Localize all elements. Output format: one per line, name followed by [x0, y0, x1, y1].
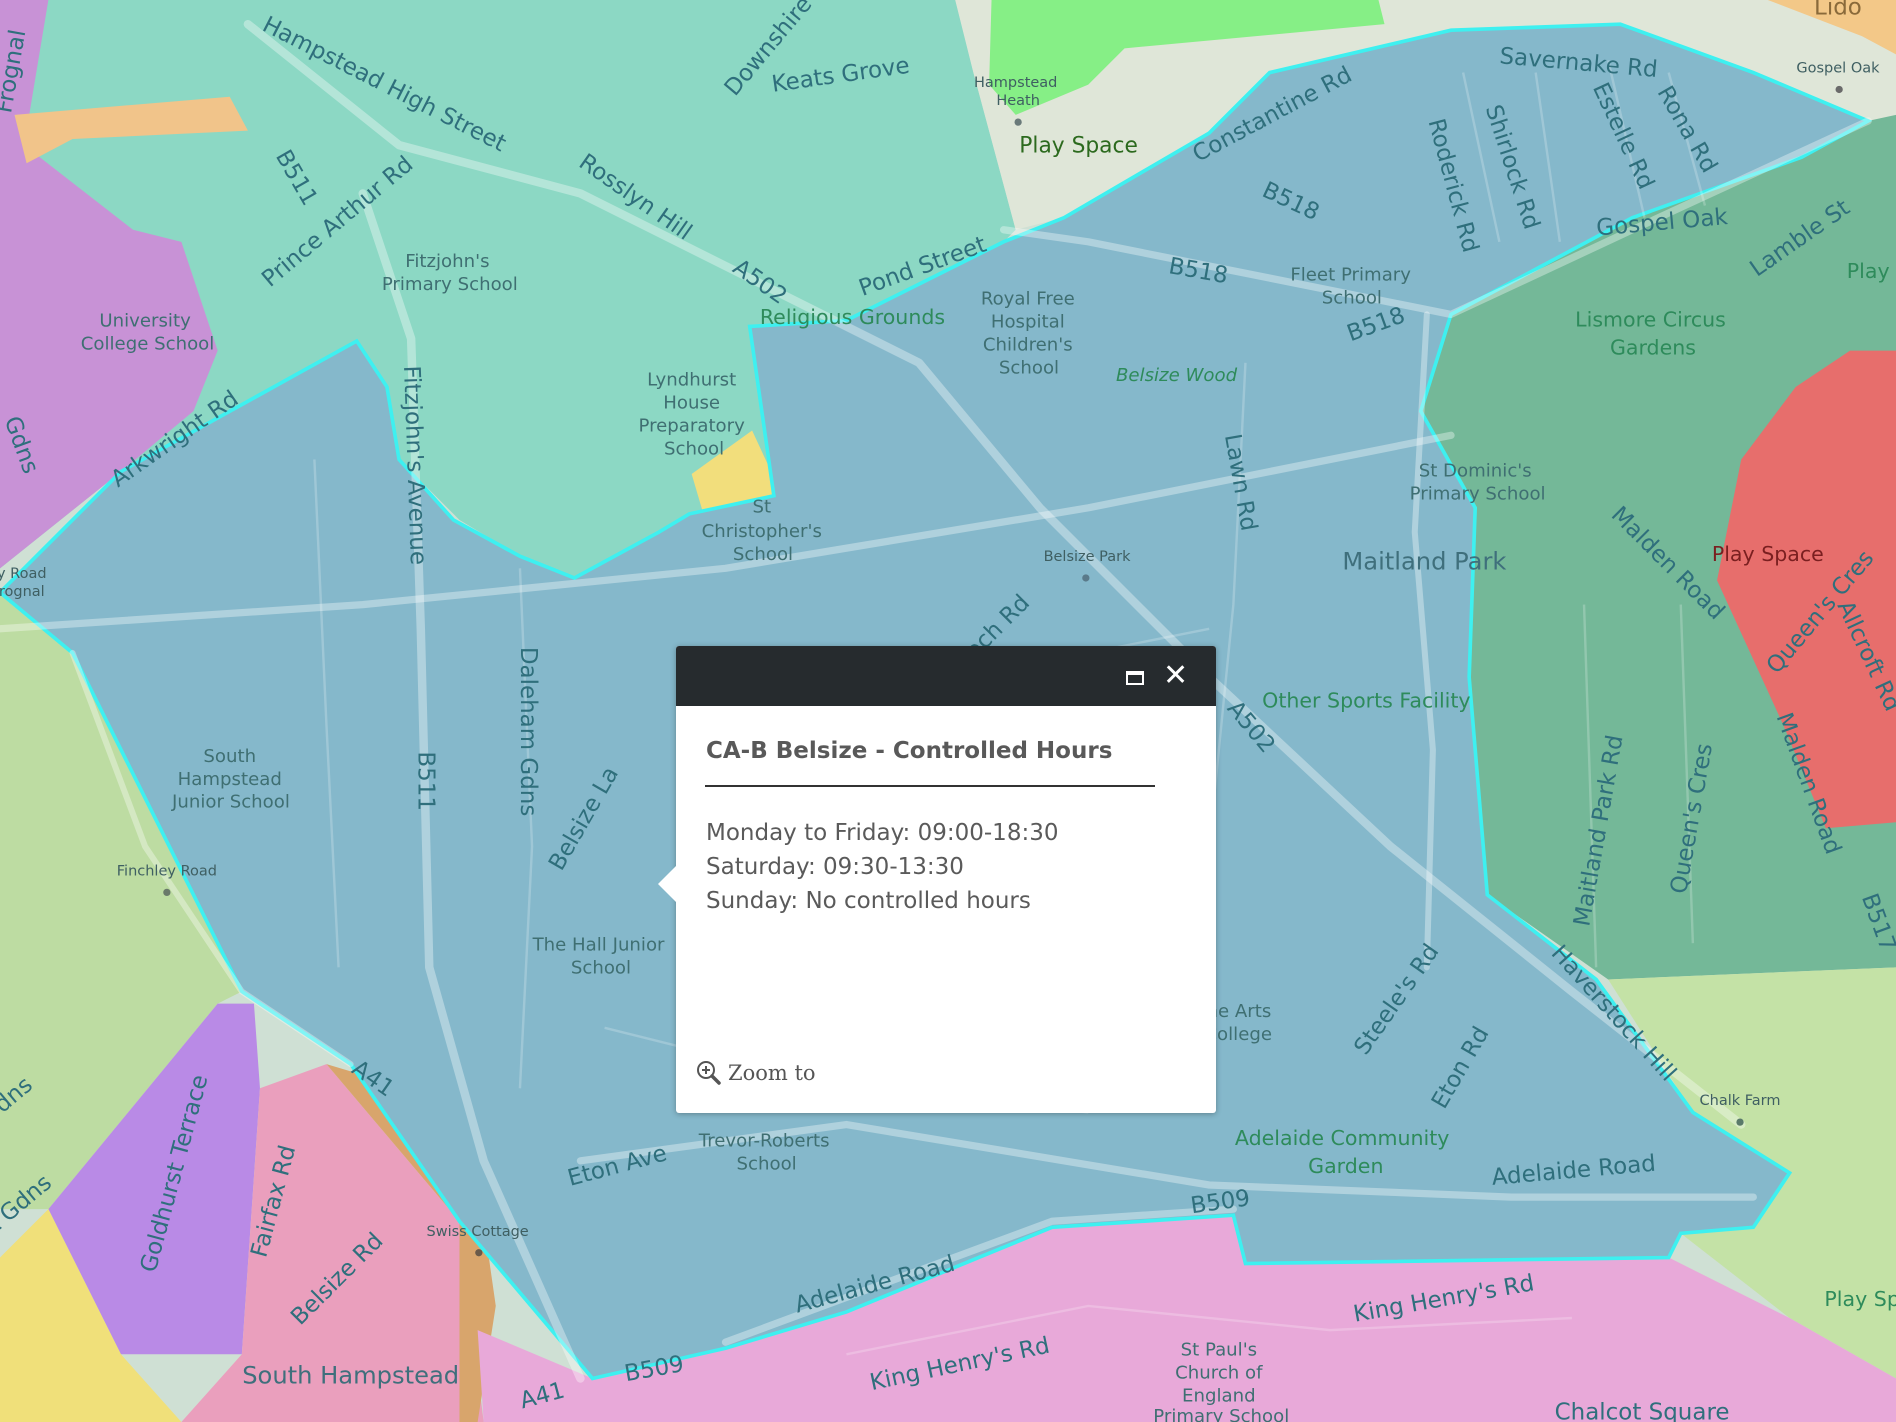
map-label: University — [99, 310, 191, 331]
place-marker — [475, 1249, 483, 1257]
place-marker — [163, 888, 171, 897]
zoom-in-icon — [697, 1061, 721, 1085]
map-label: South — [203, 746, 256, 767]
map-label: The Hall Junior — [532, 934, 665, 955]
map-label: School — [1322, 288, 1382, 309]
map-label: Daleham Gdns — [515, 647, 541, 816]
map-label: Trevor-Roberts — [698, 1130, 830, 1151]
place-marker — [1835, 85, 1843, 94]
map-label: Primary School — [1410, 483, 1546, 504]
map-label: Hampstead — [178, 769, 282, 790]
map-label: House — [663, 393, 720, 414]
map-label: Finchley Road — [117, 863, 217, 879]
map-label: y Road — [0, 566, 47, 582]
map-label: South Hampstead — [242, 1361, 459, 1389]
map-label: Christopher's — [702, 521, 822, 542]
map-label: Junior School — [171, 792, 290, 813]
map-label: School — [664, 439, 724, 460]
popup-divider — [705, 785, 1155, 787]
zoom-to-button[interactable]: Zoom to — [696, 1060, 816, 1086]
popup-pointer — [658, 866, 676, 902]
place-marker — [1736, 1118, 1744, 1126]
map-label: Play Sp — [1824, 1287, 1896, 1311]
map-label: Hospital — [991, 312, 1065, 333]
hours-sunday: Sunday: No controlled hours — [706, 888, 1031, 914]
map-label: Lyndhurst — [647, 370, 736, 391]
popup-header: ✕ — [676, 646, 1216, 706]
map-label: Children's — [983, 335, 1073, 356]
place-marker — [1014, 118, 1022, 126]
map-label: School — [571, 957, 631, 978]
map-label: School — [737, 1153, 797, 1174]
map-label: Play — [1847, 259, 1890, 283]
map-label: England — [1182, 1385, 1256, 1406]
map-label: Maitland Park — [1342, 548, 1506, 576]
map-label: Adelaide Community — [1235, 1126, 1450, 1150]
map-label: Play Space — [1712, 542, 1824, 566]
map-label: Chalcot Square — [1555, 1400, 1730, 1422]
map-label: Belsize Park — [1044, 549, 1132, 565]
hours-weekday: Monday to Friday: 09:00-18:30 — [706, 820, 1059, 846]
map-label: School — [999, 358, 1059, 379]
map-label: Fleet Primary — [1290, 265, 1411, 286]
map-label: Gospel Oak — [1796, 61, 1880, 77]
map-label: Church of — [1175, 1362, 1263, 1383]
map-label: Swiss Cottage — [427, 1224, 529, 1240]
map-label: St Dominic's — [1419, 460, 1532, 481]
map-label: Royal Free — [981, 289, 1075, 310]
map-label: Preparatory — [638, 416, 745, 437]
map-label: Belsize Wood — [1116, 365, 1238, 386]
map-label: Play Space — [1019, 133, 1138, 158]
map-label: St — [752, 497, 771, 518]
zoom-to-label: Zoom to — [728, 1061, 816, 1085]
map-label: St Paul's — [1181, 1339, 1258, 1360]
maximize-icon[interactable] — [1126, 671, 1144, 685]
map-label: B511 — [412, 751, 438, 811]
popup-title: CA-B Belsize - Controlled Hours — [706, 738, 1113, 764]
map-label: Other Sports Facility — [1262, 688, 1470, 712]
map-label: School — [733, 544, 793, 565]
map-label: Fitzjohn's — [405, 251, 489, 272]
map-label: Primary School — [382, 274, 518, 295]
map-label: College School — [81, 333, 215, 354]
map-label: Chalk Farm — [1700, 1093, 1781, 1109]
map-label: rognal — [0, 584, 45, 600]
map-label: Heath — [996, 93, 1040, 109]
map-label: Garden — [1308, 1154, 1383, 1178]
map-label: Primary School — [1153, 1406, 1289, 1422]
map-label: Lido — [1814, 0, 1862, 21]
map-label: Lismore Circus — [1575, 307, 1726, 331]
map-label: Gardens — [1610, 335, 1696, 359]
info-popup: ✕ CA-B Belsize - Controlled Hours Monday… — [658, 646, 1216, 1113]
place-marker — [1082, 574, 1090, 582]
map-label: Hampstead — [974, 75, 1057, 91]
hours-saturday: Saturday: 09:30-13:30 — [706, 854, 964, 880]
map-label: Religious Grounds — [760, 305, 945, 329]
close-icon[interactable]: ✕ — [1163, 660, 1188, 692]
